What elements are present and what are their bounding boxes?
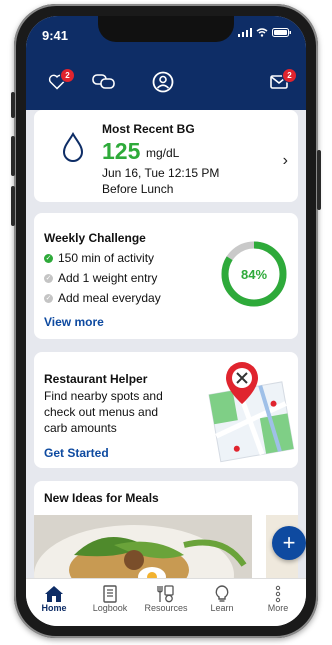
check-complete-icon: ✓ [44, 253, 53, 263]
recent-bg-card[interactable]: Most Recent BG 125 mg/dL Jun 16, Tue 12:… [34, 110, 298, 202]
volume-down-button [11, 186, 15, 226]
challenge-title: Weekly Challenge [44, 231, 146, 245]
restaurant-helper-card: Restaurant Helper Find nearby spots and … [34, 352, 298, 468]
blood-drop-icon [62, 132, 84, 162]
bg-context: Before Lunch [102, 182, 174, 196]
nav-label: More [267, 603, 289, 613]
restaurant-line: Find nearby spots and [44, 389, 163, 403]
chat-button[interactable] [92, 73, 116, 96]
nav-item-logbook[interactable]: Logbook [82, 579, 138, 626]
view-more-link[interactable]: View more [44, 315, 104, 329]
challenge-item: ✓ Add 1 weight entry [44, 271, 157, 285]
nav-item-more[interactable]: More [250, 579, 306, 626]
nav-item-resources[interactable]: Resources [138, 579, 194, 626]
wifi-icon [256, 28, 268, 37]
battery-icon [272, 28, 291, 37]
challenge-item: ✓ Add meal everyday [44, 291, 161, 305]
nav-item-home[interactable]: Home [26, 579, 82, 626]
more-icon [275, 585, 281, 603]
check-pending-icon: ✓ [44, 293, 53, 303]
app-screen: 9:41 2 2 Most Recent BG 125 mg/dL Jun 16… [26, 16, 306, 626]
restaurant-line: check out menus and [44, 405, 159, 419]
recent-bg-title: Most Recent BG [102, 122, 195, 136]
power-button [317, 150, 321, 210]
top-bar: 9:41 2 2 [26, 16, 306, 110]
bg-value: 125 [102, 138, 141, 164]
mail-button[interactable]: 2 [270, 68, 297, 94]
mail-badge: 2 [282, 68, 297, 83]
add-button[interactable]: + [272, 526, 306, 560]
profile-button[interactable] [152, 71, 174, 98]
nav-item-learn[interactable]: Learn [194, 579, 250, 626]
challenge-item-label: Add meal everyday [58, 291, 161, 305]
chevron-right-icon: › [282, 152, 288, 169]
restaurant-line: carb amounts [44, 421, 117, 435]
favorites-button[interactable]: 2 [48, 68, 75, 95]
home-icon [45, 586, 63, 602]
bottom-nav: Home Logbook Resources Learn More [26, 578, 306, 626]
favorites-badge: 2 [60, 68, 75, 83]
status-indicators [238, 28, 292, 37]
bg-datetime: Jun 16, Tue 12:15 PM [102, 166, 220, 180]
nav-label: Learn [210, 603, 234, 613]
volume-up-button [11, 136, 15, 176]
status-time: 9:41 [42, 28, 69, 43]
nav-label: Home [41, 603, 67, 613]
profile-icon [152, 71, 174, 93]
progress-label: 84% [241, 267, 267, 282]
chat-icon [92, 74, 115, 89]
challenge-item: ✓ 150 min of activity [44, 251, 154, 265]
progress-ring: 84% [221, 241, 287, 307]
resources-icon [157, 585, 174, 603]
weekly-challenge-card: Weekly Challenge ✓ 150 min of activity ✓… [34, 213, 298, 339]
mute-switch [11, 92, 15, 118]
signal-icon [238, 28, 252, 37]
logbook-icon [103, 585, 117, 603]
map-illustration-icon [208, 362, 295, 463]
challenge-item-label: Add 1 weight entry [58, 271, 158, 285]
meal-ideas-title: New Ideas for Meals [44, 491, 159, 505]
notch [98, 16, 234, 42]
nav-label: Logbook [92, 603, 128, 613]
challenge-item-label: 150 min of activity [58, 251, 155, 265]
bg-unit: mg/dL [146, 146, 180, 160]
restaurant-description: Find nearby spots and check out menus an… [44, 388, 163, 436]
check-pending-icon: ✓ [44, 273, 53, 283]
nav-label: Resources [144, 603, 188, 613]
lightbulb-icon [215, 585, 229, 602]
get-started-link[interactable]: Get Started [44, 446, 109, 460]
restaurant-title: Restaurant Helper [44, 372, 148, 386]
